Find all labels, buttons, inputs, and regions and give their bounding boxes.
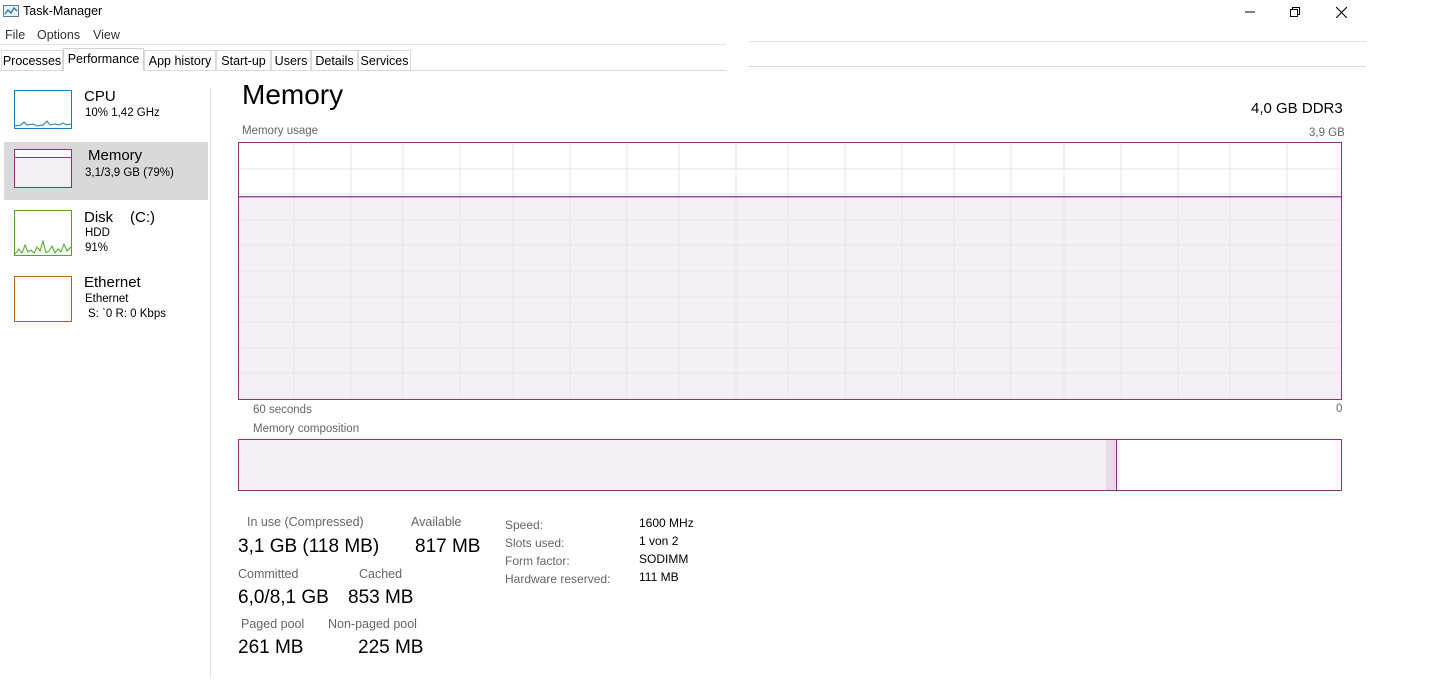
usage-fill-area: [239, 196, 1341, 399]
composition-modified-segment[interactable]: [1106, 440, 1117, 490]
menu-view[interactable]: View: [93, 28, 120, 42]
tab-start-up[interactable]: Start-up: [216, 50, 271, 70]
graph-x-left-label: 60 seconds: [253, 404, 312, 416]
speed-label: Speed:: [505, 518, 544, 532]
ethernet-thumbnail-graph: [14, 276, 72, 322]
paged-pool-label: Paged pool: [241, 617, 305, 631]
memory-composition-caption: Memory composition: [253, 423, 360, 435]
sidebar-item-disk-drive: (C:): [130, 209, 155, 226]
sidebar-item-ethernet-label: Ethernet: [84, 274, 141, 291]
close-icon: [1335, 6, 1347, 18]
memory-usage-graph: [238, 142, 1342, 400]
available-value: 817 MB: [415, 536, 481, 557]
tab-processes[interactable]: Processes: [1, 50, 63, 70]
sidebar-item-cpu-label: CPU: [84, 88, 116, 105]
minimize-icon: [1245, 11, 1255, 13]
sidebar-item-memory-usage: 3,1/3,9 GB (79%): [85, 167, 174, 179]
sidebar-divider: [210, 88, 211, 678]
hardware-reserved-label: Hardware reserved:: [505, 572, 611, 586]
composition-in-use-segment[interactable]: [239, 440, 1107, 490]
in-use-label: In use (Compressed): [247, 515, 364, 529]
page-title: Memory: [242, 79, 344, 110]
in-use-value: 3,1 GB (118 MB): [238, 536, 380, 557]
disk-thumbnail-graph: [14, 210, 72, 256]
graph-x-right-label: 0: [1336, 403, 1343, 415]
restore-button[interactable]: [1272, 0, 1318, 24]
sidebar-item-disk-usage: 91%: [85, 242, 109, 254]
committed-value: 6,0/8,1 GB: [238, 587, 329, 608]
cached-value: 853 MB: [348, 587, 414, 608]
sidebar-item-ethernet-adapter: Ethernet: [85, 293, 129, 305]
non-paged-pool-value: 225 MB: [358, 637, 424, 658]
cpu-thumbnail-graph: [14, 90, 72, 129]
menu-file[interactable]: File: [5, 28, 25, 42]
divider: [748, 41, 1366, 42]
hardware-reserved-value: 111 MB: [639, 570, 679, 584]
task-manager-icon: [3, 4, 19, 18]
memory-hardware-label: 4,0 GB DDR3: [1251, 100, 1343, 117]
sidebar-item-disk-label: Disk: [84, 209, 114, 226]
tab-app-history[interactable]: App history: [144, 50, 216, 70]
minimize-button[interactable]: [1227, 0, 1273, 24]
divider: [0, 44, 726, 45]
tab-details[interactable]: Details: [311, 50, 358, 70]
speed-value: 1600 MHz: [639, 516, 694, 530]
close-button[interactable]: [1318, 0, 1364, 24]
form-factor-label: Form factor:: [505, 554, 570, 568]
memory-thumbnail-graph: [14, 149, 72, 188]
sidebar-item-disk-type: HDD: [85, 227, 110, 239]
tab-performance[interactable]: Performance: [63, 48, 144, 71]
sidebar-item-cpu-usage: 10% 1,42 GHz: [85, 107, 160, 119]
window-title: Task-Manager: [23, 4, 103, 18]
slots-used-label: Slots used:: [505, 536, 565, 550]
menu-options[interactable]: Options: [37, 28, 80, 42]
memory-usage-caption: Memory usage: [242, 125, 319, 137]
sidebar-item-ethernet-throughput: S: ˋ0 R: 0 Kbps: [88, 308, 166, 320]
form-factor-value: SODIMM: [639, 552, 689, 566]
memory-composition-bar: [238, 439, 1342, 491]
paged-pool-value: 261 MB: [238, 637, 304, 658]
restore-icon: [1290, 7, 1300, 17]
sidebar-item-memory-label: Memory: [88, 147, 143, 164]
cached-label: Cached: [359, 567, 403, 581]
available-label: Available: [411, 515, 462, 529]
slots-used-value: 1 von 2: [639, 534, 679, 548]
tab-users[interactable]: Users: [271, 50, 311, 70]
tab-baseline: [748, 66, 1366, 67]
committed-label: Committed: [238, 567, 299, 581]
memory-usage-max: 3,9 GB: [1309, 127, 1345, 139]
non-paged-pool-label: Non-paged pool: [328, 617, 417, 631]
tab-services[interactable]: Services: [358, 50, 411, 70]
